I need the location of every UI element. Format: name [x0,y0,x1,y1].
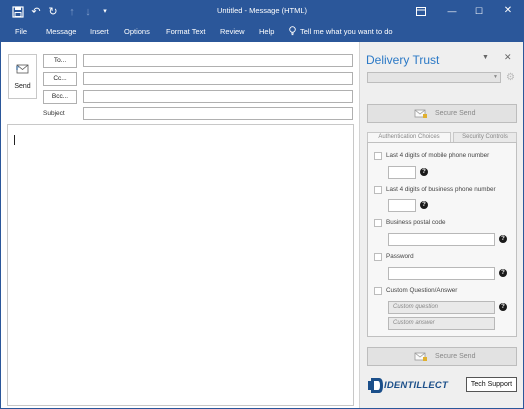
up-arrow-icon[interactable]: ↑ [65,5,79,19]
password-checkbox[interactable] [374,253,382,261]
restore-ribbon-icon[interactable] [410,3,432,19]
subject-label: Subject [43,110,65,117]
logo-text: IDENTILLECT [384,380,448,391]
to-button[interactable]: To... [43,54,77,68]
bcc-field[interactable] [83,90,353,103]
mobile-digits-input[interactable] [388,166,416,179]
authentication-options: Last 4 digits of mobile phone number ? L… [367,142,517,337]
mobile-digits-label: Last 4 digits of mobile phone number [386,152,490,159]
panel-title: Delivery Trust [366,53,440,67]
identillect-logo: IDENTILLECT [368,377,458,394]
tab-insert[interactable]: Insert [90,27,109,36]
close-icon[interactable]: ✕ [504,52,512,63]
tab-review[interactable]: Review [220,27,245,36]
minimize-icon[interactable]: — [441,3,463,19]
envelope-lock-icon [414,109,427,118]
secure-send-label: Secure Send [435,353,476,360]
business-phone-label: Last 4 digits of business phone number [386,186,496,193]
mobile-digits-checkbox[interactable] [374,152,382,160]
help-icon[interactable]: ? [499,235,507,243]
lightbulb-icon [289,26,297,37]
bcc-button[interactable]: Bcc... [43,90,77,104]
tab-help[interactable]: Help [259,27,274,36]
custom-answer-input[interactable]: Custom answer [388,317,495,330]
undo-icon[interactable]: ↶ [29,5,43,19]
text-caret [14,135,15,145]
chevron-down-icon: ▼ [493,74,498,80]
triangle-down-icon[interactable]: ▼ [482,54,489,61]
password-input[interactable] [388,267,495,280]
title-bar: ↶ ↻ ↑ ↓ ▾ Untitled - Message (HTML) — ☐ … [1,1,523,23]
customize-quick-access-icon[interactable]: ▾ [98,5,112,19]
tab-authentication-choices[interactable]: Authentication Choices [367,132,451,142]
subject-field[interactable] [83,107,353,120]
postal-code-label: Business postal code [386,219,446,226]
help-icon[interactable]: ? [499,269,507,277]
identillect-logo-mark-icon [368,378,383,393]
tell-me-search[interactable]: Tell me what you want to do [300,27,393,36]
auth-tabs: Authentication Choices Security Controls [367,132,517,142]
tab-message[interactable]: Message [46,27,76,36]
help-icon[interactable]: ? [499,303,507,311]
delivery-trust-panel: Delivery Trust ▼ ✕ ▼ ⚙ Secure Send Authe… [359,42,523,408]
ribbon-tabs: File Message Insert Options Format Text … [1,23,523,42]
business-phone-checkbox[interactable] [374,186,382,194]
custom-question-input[interactable]: Custom question [388,301,495,314]
save-icon[interactable] [11,5,25,19]
to-field[interactable] [83,54,353,67]
cc-field[interactable] [83,72,353,85]
secure-send-button-top[interactable]: Secure Send [367,104,517,123]
tab-file[interactable]: File [15,27,27,36]
tech-support-button[interactable]: Tech Support [466,377,517,392]
account-select[interactable]: ▼ [367,72,501,83]
envelope-send-icon [16,64,29,74]
close-window-icon[interactable]: ✕ [497,3,519,19]
postal-code-checkbox[interactable] [374,219,382,227]
password-label: Password [386,253,414,260]
custom-qa-label: Custom Question/Answer [386,287,458,294]
secure-send-label: Secure Send [435,110,476,117]
help-icon[interactable]: ? [420,201,428,209]
gear-icon[interactable]: ⚙ [506,72,515,83]
send-label: Send [14,83,31,90]
postal-code-input[interactable] [388,233,495,246]
tab-format-text[interactable]: Format Text [166,27,205,36]
help-icon[interactable]: ? [420,168,428,176]
send-button[interactable]: Send [8,54,37,99]
custom-qa-checkbox[interactable] [374,287,382,295]
business-phone-input[interactable] [388,199,416,212]
cc-button[interactable]: Cc... [43,72,77,86]
envelope-lock-icon [414,352,427,361]
message-body[interactable] [7,124,354,406]
redo-icon[interactable]: ↻ [46,5,60,19]
secure-send-button-bottom[interactable]: Secure Send [367,347,517,366]
outlook-message-window: ↶ ↻ ↑ ↓ ▾ Untitled - Message (HTML) — ☐ … [0,0,524,409]
maximize-icon[interactable]: ☐ [468,3,490,19]
tab-security-controls[interactable]: Security Controls [453,132,517,142]
compose-area: Send To... Cc... Bcc... Subject [2,42,358,408]
tab-options[interactable]: Options [124,27,150,36]
down-arrow-icon[interactable]: ↓ [81,5,95,19]
